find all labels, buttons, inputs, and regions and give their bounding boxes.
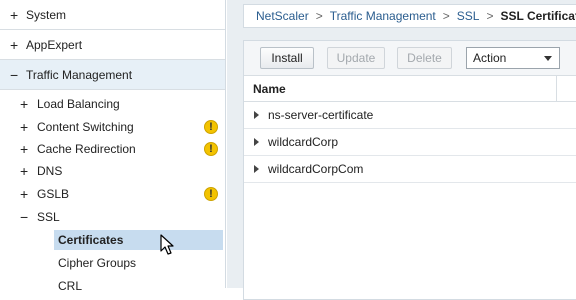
chevron-down-icon [544, 56, 552, 61]
action-dropdown-value: Action [473, 51, 507, 65]
nav-item-traffic-management[interactable]: − Traffic Management [0, 60, 225, 90]
nav-subitem-label: SSL [37, 210, 60, 224]
table-header: Name [244, 76, 576, 102]
table-row[interactable]: wildcardCorpCom [244, 156, 576, 183]
nav-subitem-label: DNS [37, 164, 63, 178]
collapse-icon[interactable]: − [20, 210, 32, 224]
delete-button[interactable]: Delete [397, 47, 452, 69]
collapse-icon[interactable]: − [10, 68, 24, 82]
nav-subitem-cache-redirection[interactable]: + Cache Redirection ! [0, 138, 225, 160]
main-content: NetScaler > Traffic Management > SSL > S… [227, 0, 576, 300]
nav-leaf-certificates[interactable]: Certificates [54, 230, 223, 250]
nav-subitem-ssl[interactable]: − SSL [0, 206, 225, 228]
nav-subitem-label: GSLB [37, 187, 70, 201]
breadcrumb-item-traffic-management[interactable]: Traffic Management [330, 9, 436, 23]
toolbar: Install Update Delete Action [244, 41, 576, 76]
install-button[interactable]: Install [260, 47, 314, 69]
nav-item-label: AppExpert [26, 37, 83, 52]
warning-icon: ! [204, 120, 218, 134]
nav-item-appexpert[interactable]: + AppExpert [0, 30, 225, 60]
expand-icon[interactable]: + [20, 164, 32, 178]
breadcrumb-item-netscaler[interactable]: NetScaler [256, 9, 309, 23]
expand-icon[interactable]: + [20, 187, 32, 201]
table-row[interactable]: ns-server-certificate [244, 102, 576, 129]
breadcrumb-separator: > [442, 9, 450, 23]
nav-subitem-label: Load Balancing [37, 97, 120, 111]
certificate-name: ns-server-certificate [268, 108, 374, 122]
page-title: SSL Certificates [500, 9, 576, 23]
nav-item-label: Traffic Management [26, 67, 133, 82]
warning-icon: ! [204, 142, 218, 156]
expand-row-icon[interactable] [254, 111, 259, 119]
mouse-pointer-icon [160, 234, 174, 255]
nav-subitem-load-balancing[interactable]: + Load Balancing [0, 93, 225, 115]
nav-item-label: System [26, 7, 67, 22]
column-header-name[interactable]: Name [253, 82, 286, 96]
navigation-pane: + System + AppExpert − Traffic Managemen… [0, 0, 226, 293]
expand-row-icon[interactable] [254, 138, 259, 146]
nav-subitem-gslb[interactable]: + GSLB ! [0, 183, 225, 205]
breadcrumb-separator: > [486, 9, 494, 23]
nav-leaf-cipher-groups[interactable]: Cipher Groups [54, 253, 223, 273]
update-button[interactable]: Update [327, 47, 385, 69]
certificate-name: wildcardCorpCom [268, 162, 364, 176]
nav-subitem-label: Content Switching [37, 120, 134, 134]
nav-subitem-label: Cache Redirection [37, 142, 136, 156]
nav-leaf-crl[interactable]: CRL [54, 276, 223, 296]
expand-icon[interactable]: + [20, 142, 32, 156]
expand-icon[interactable]: + [20, 120, 32, 134]
nav-subitem-dns[interactable]: + DNS [0, 160, 225, 182]
warning-icon: ! [204, 187, 218, 201]
certificates-panel: Install Update Delete Action Name ns-ser… [243, 40, 576, 300]
action-dropdown[interactable]: Action [466, 47, 560, 69]
breadcrumb-item-ssl[interactable]: SSL [457, 9, 480, 23]
nav-item-system[interactable]: + System [0, 0, 225, 30]
column-divider[interactable] [556, 76, 557, 101]
expand-icon[interactable]: + [10, 8, 24, 22]
breadcrumb: NetScaler > Traffic Management > SSL > S… [243, 4, 576, 28]
certificate-name: wildcardCorp [268, 135, 339, 149]
table-row[interactable]: wildcardCorp [244, 129, 576, 156]
nav-subitem-content-switching[interactable]: + Content Switching ! [0, 116, 225, 138]
breadcrumb-separator: > [315, 9, 323, 23]
expand-icon[interactable]: + [10, 38, 24, 52]
expand-icon[interactable]: + [20, 97, 32, 111]
expand-row-icon[interactable] [254, 165, 259, 173]
